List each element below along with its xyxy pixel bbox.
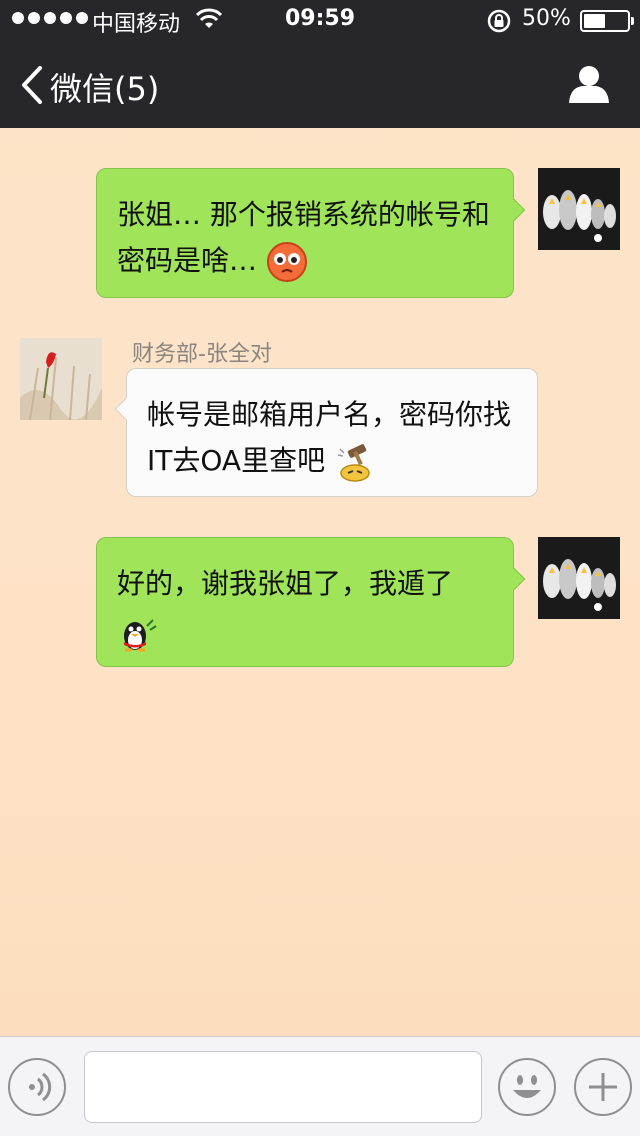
message-text: 好的，谢我张姐了，我遁了 — [117, 567, 454, 600]
message-text-line2: IT去OA里查吧 — [147, 444, 326, 477]
my-avatar[interactable] — [538, 168, 620, 250]
blush-worried-emoji — [266, 242, 307, 282]
back-button[interactable]: 微信(5) — [18, 60, 218, 108]
message-text: 帐号是邮箱用户名，密码你找 — [147, 398, 512, 431]
battery-percent: 50% — [522, 6, 571, 31]
my-avatar[interactable] — [538, 537, 620, 619]
message-input[interactable] — [84, 1051, 482, 1123]
penguin-waving-emoji — [124, 619, 157, 652]
message-bubble-sent[interactable]: 好的，谢我张姐了，我遁了 — [96, 537, 526, 667]
sender-name: 财务部-张全对 — [132, 342, 272, 367]
emoji-button[interactable] — [498, 1058, 556, 1116]
hammer-head-emoji — [337, 444, 370, 482]
rotation-lock-icon — [487, 9, 511, 33]
top-bar: 中国移动 09:59 50% 微信(5) — [0, 0, 640, 128]
message-bubble-received[interactable]: 帐号是邮箱用户名，密码你找 IT去OA里查吧 — [114, 368, 538, 497]
chevron-left-icon — [22, 66, 42, 104]
plus-icon — [589, 1073, 617, 1101]
contact-avatar[interactable] — [20, 338, 102, 420]
person-icon — [569, 66, 609, 103]
chat-info-button[interactable] — [566, 64, 612, 104]
voice-button[interactable] — [8, 1058, 66, 1116]
battery-icon — [580, 10, 634, 32]
back-label: 微信(5) — [50, 70, 160, 108]
chat-input-bar — [0, 1036, 640, 1136]
voice-icon — [29, 1072, 52, 1102]
smiley-icon — [513, 1075, 541, 1098]
status-bar: 中国移动 09:59 50% — [0, 0, 640, 40]
message-text: 张姐… 那个报销系统的帐号和 — [117, 198, 490, 231]
message-text-line2: 密码是啥… — [117, 244, 258, 277]
more-button[interactable] — [574, 1058, 632, 1116]
message-bubble-sent[interactable]: 张姐… 那个报销系统的帐号和 密码是啥… — [96, 168, 526, 298]
